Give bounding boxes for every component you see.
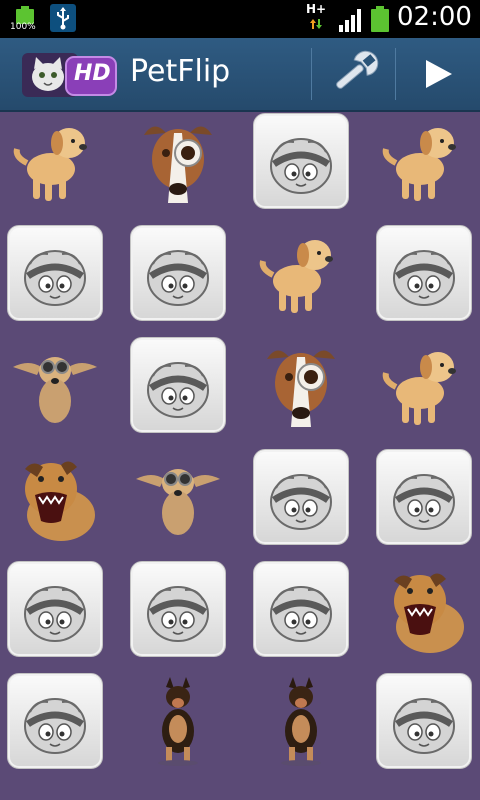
shepherd-puppy-image xyxy=(253,673,349,769)
card-back-mascot-icon xyxy=(376,673,472,769)
card-back-mascot-icon xyxy=(253,561,349,657)
wrench-icon xyxy=(336,50,379,89)
status-bar: 100% H+ 02:00 xyxy=(0,0,480,38)
card-face-down[interactable] xyxy=(130,561,226,657)
card-face-down[interactable] xyxy=(253,113,349,209)
card-face-up[interactable] xyxy=(7,113,103,209)
card-back-mascot-icon xyxy=(376,449,472,545)
shepherd-puppy-image xyxy=(130,673,226,769)
card-face-down[interactable] xyxy=(7,225,103,321)
card-back-mascot-icon xyxy=(376,225,472,321)
card-face-down[interactable] xyxy=(7,673,103,769)
barking-dog-image xyxy=(376,561,472,657)
goggles-dog-image xyxy=(7,337,103,433)
card-face-up[interactable] xyxy=(130,449,226,545)
game-board xyxy=(0,110,480,800)
card-face-down[interactable] xyxy=(253,561,349,657)
golden-puppy-image xyxy=(376,113,472,209)
card-face-up[interactable] xyxy=(253,337,349,433)
card-face-up[interactable] xyxy=(376,337,472,433)
card-face-down[interactable] xyxy=(253,449,349,545)
card-face-up[interactable] xyxy=(376,113,472,209)
card-face-down[interactable] xyxy=(130,337,226,433)
app-title: PetFlip xyxy=(130,54,231,89)
signal-strength-icon xyxy=(339,9,361,32)
settings-button[interactable] xyxy=(312,38,395,110)
card-face-up[interactable] xyxy=(130,673,226,769)
card-face-up[interactable] xyxy=(376,561,472,657)
card-back-mascot-icon xyxy=(130,337,226,433)
card-face-up[interactable] xyxy=(253,225,349,321)
card-face-up[interactable] xyxy=(130,113,226,209)
card-face-down[interactable] xyxy=(130,225,226,321)
card-face-up[interactable] xyxy=(7,449,103,545)
monocle-dog-image xyxy=(130,113,226,209)
app-logo-hd-text: HD xyxy=(74,61,111,86)
card-back-mascot-icon xyxy=(130,561,226,657)
clock: 02:00 xyxy=(397,2,472,32)
card-back-mascot-icon xyxy=(7,225,103,321)
card-back-mascot-icon xyxy=(7,673,103,769)
card-back-mascot-icon xyxy=(7,561,103,657)
play-button[interactable] xyxy=(396,38,480,110)
card-face-down[interactable] xyxy=(376,673,472,769)
card-back-mascot-icon xyxy=(253,113,349,209)
goggles-dog-image xyxy=(130,449,226,545)
monocle-dog-image xyxy=(253,337,349,433)
barking-dog-image xyxy=(7,449,103,545)
battery-icon xyxy=(371,6,389,32)
card-back-mascot-icon xyxy=(130,225,226,321)
card-back-mascot-icon xyxy=(253,449,349,545)
network-type-indicator: H+ xyxy=(306,2,327,16)
golden-puppy-image xyxy=(7,113,103,209)
action-bar: HD PetFlip xyxy=(0,38,480,112)
data-activity-icon xyxy=(310,19,322,29)
card-face-up[interactable] xyxy=(253,673,349,769)
usb-icon xyxy=(50,4,76,32)
card-face-up[interactable] xyxy=(7,337,103,433)
play-icon xyxy=(426,60,452,88)
card-face-down[interactable] xyxy=(7,561,103,657)
battery-percent: 100% xyxy=(10,22,36,32)
golden-puppy-image xyxy=(376,337,472,433)
card-face-down[interactable] xyxy=(376,449,472,545)
golden-puppy-image xyxy=(253,225,349,321)
card-face-down[interactable] xyxy=(376,225,472,321)
app-logo[interactable]: HD xyxy=(22,53,118,97)
